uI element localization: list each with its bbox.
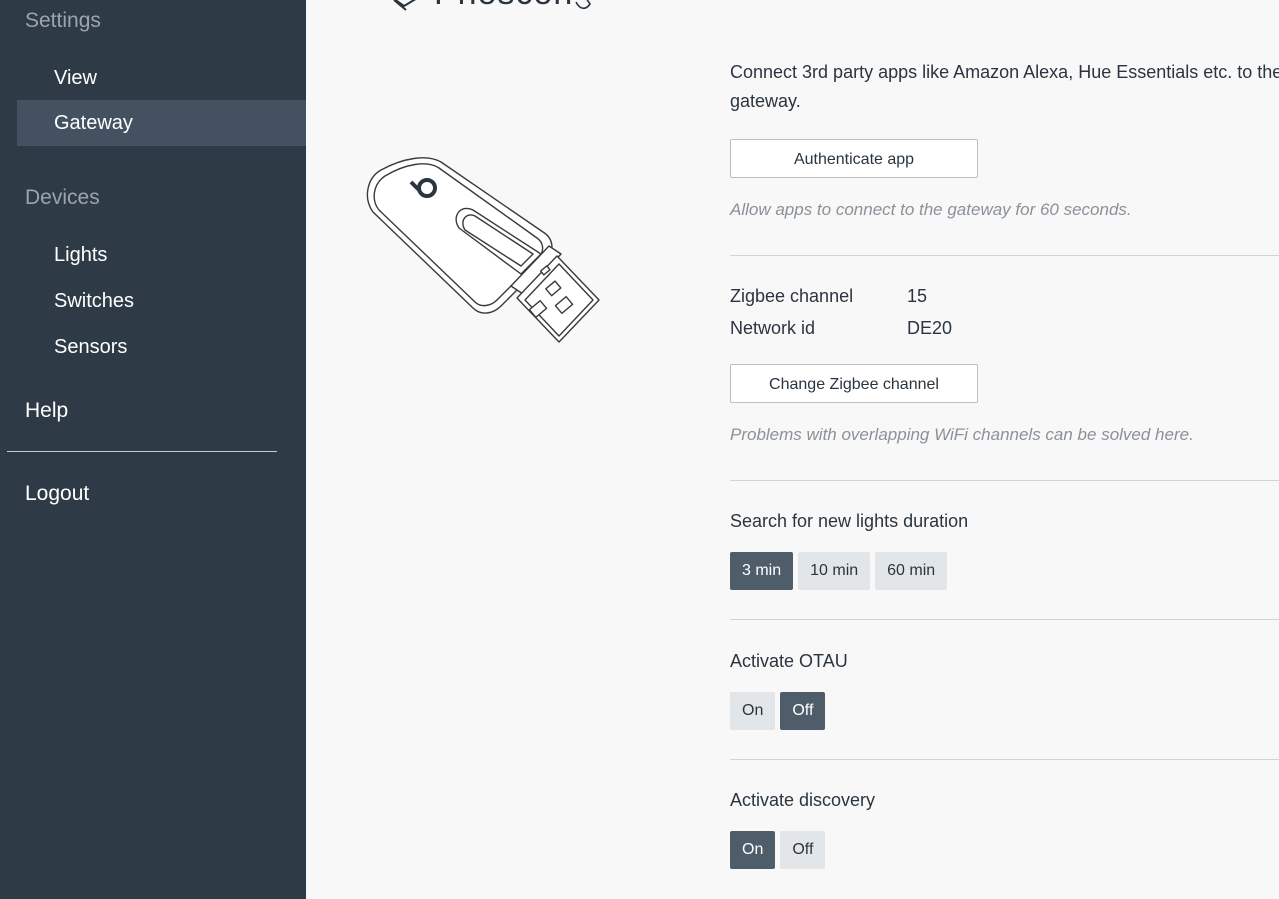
change-channel-hint: Problems with overlapping WiFi channels …	[730, 425, 1194, 444]
sidebar-section-settings: Settings	[25, 9, 101, 32]
search-duration-option[interactable]: 10 min	[798, 552, 871, 590]
network-id-label: Network id	[730, 318, 816, 338]
otau-toggle: On Off	[730, 692, 826, 730]
section-divider	[730, 619, 1279, 620]
authenticate-hint: Allow apps to connect to the gateway for…	[730, 200, 1132, 219]
sidebar: Settings View Gateway Devices Lights Swi…	[0, 0, 306, 899]
discovery-title: Activate discovery	[730, 790, 876, 810]
change-zigbee-channel-button[interactable]: Change Zigbee channel	[730, 364, 978, 403]
discovery-off-option[interactable]: Off	[780, 831, 826, 869]
usb-stick-illustration	[366, 157, 600, 343]
authenticate-app-button[interactable]: Authenticate app	[730, 139, 978, 178]
discovery-on-option[interactable]: On	[730, 831, 776, 869]
network-id-value: DE20	[907, 318, 953, 338]
sidebar-item-gateway[interactable]: Gateway	[17, 100, 306, 146]
main-content: Phoscon Connect 3rd party apps l	[306, 0, 1279, 899]
search-duration-option[interactable]: 60 min	[875, 552, 948, 590]
otau-off-option[interactable]: Off	[780, 692, 826, 730]
search-duration-option[interactable]: 3 min	[730, 552, 794, 590]
zigbee-channel-value: 15	[907, 286, 928, 306]
sidebar-item-logout[interactable]: Logout	[25, 482, 89, 506]
app-logo: Phoscon	[386, 0, 616, 14]
section-divider	[730, 255, 1279, 256]
sidebar-item-view[interactable]: View	[17, 55, 306, 101]
gateway-description: Connect 3rd party apps like Amazon Alexa…	[730, 64, 1279, 111]
otau-on-option[interactable]: On	[730, 692, 776, 730]
section-divider	[730, 480, 1279, 481]
sidebar-item-sensors[interactable]: Sensors	[17, 324, 306, 370]
zigbee-channel-label: Zigbee channel	[730, 286, 854, 306]
sidebar-item-switches[interactable]: Switches	[17, 278, 306, 324]
search-duration-selector: 3 min 10 min 60 min	[730, 552, 948, 590]
search-duration-title: Search for new lights duration	[730, 511, 969, 531]
sidebar-section-devices: Devices	[25, 186, 100, 209]
sidebar-item-lights[interactable]: Lights	[17, 232, 306, 278]
discovery-toggle: On Off	[730, 831, 826, 869]
otau-title: Activate OTAU	[730, 651, 848, 671]
section-divider	[730, 759, 1279, 760]
sidebar-divider	[7, 451, 277, 452]
logo-text: Phoscon	[434, 0, 573, 13]
sidebar-item-help[interactable]: Help	[25, 399, 68, 423]
